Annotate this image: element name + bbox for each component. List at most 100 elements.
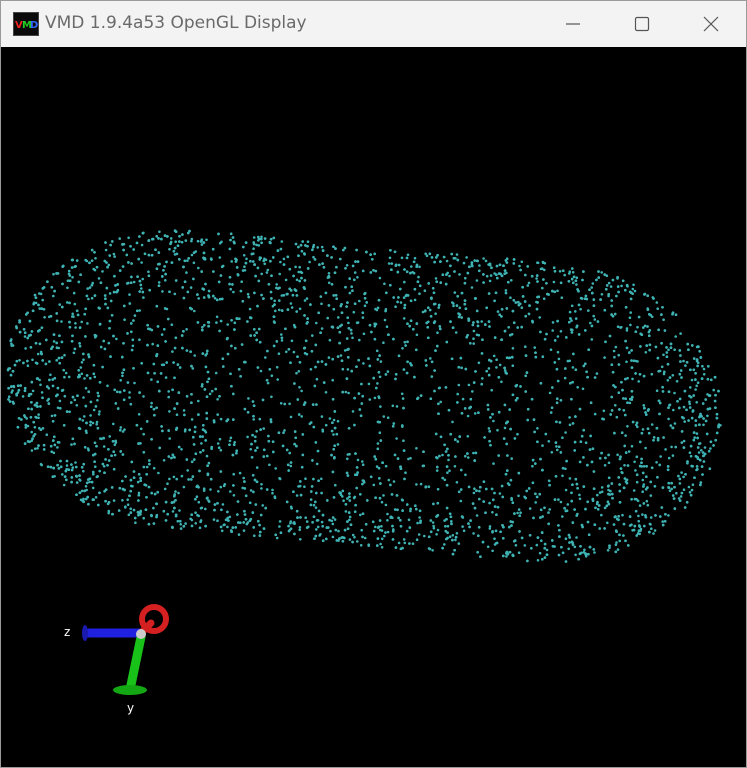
surface-point: [95, 420, 99, 424]
surface-point: [689, 493, 693, 497]
surface-point: [495, 273, 498, 276]
surface-point: [7, 386, 10, 390]
surface-point: [641, 513, 644, 516]
surface-point: [535, 543, 539, 547]
surface-point: [12, 402, 15, 405]
surface-point: [51, 384, 55, 388]
surface-point: [253, 334, 256, 337]
surface-point: [637, 514, 640, 518]
surface-point: [70, 266, 74, 269]
surface-point: [628, 515, 632, 518]
surface-point: [217, 446, 221, 450]
surface-point: [433, 320, 437, 323]
surface-point: [97, 413, 101, 416]
surface-point: [592, 470, 596, 473]
surface-point: [383, 318, 387, 322]
surface-point: [667, 348, 670, 352]
surface-point: [194, 452, 198, 456]
surface-point: [84, 335, 87, 338]
surface-point: [348, 495, 351, 499]
surface-point: [82, 469, 85, 473]
surface-point: [415, 447, 418, 450]
title-bar[interactable]: V M D VMD 1.9.4a53 OpenGL Display: [1, 1, 746, 47]
surface-point: [640, 333, 644, 337]
surface-point: [611, 278, 615, 282]
surface-point: [65, 301, 69, 304]
surface-point: [305, 297, 309, 300]
surface-point: [608, 334, 612, 338]
surface-point: [466, 414, 470, 418]
surface-point: [139, 427, 143, 431]
surface-point: [305, 526, 309, 529]
surface-point: [607, 461, 611, 465]
surface-point: [333, 456, 336, 459]
surface-point: [673, 507, 677, 510]
surface-point: [542, 261, 545, 264]
surface-point: [294, 289, 298, 292]
surface-point: [126, 498, 129, 502]
surface-point: [671, 454, 675, 457]
minimize-button[interactable]: [538, 1, 608, 47]
surface-point: [412, 328, 415, 331]
surface-point: [450, 520, 453, 523]
surface-point: [347, 327, 351, 330]
surface-point: [338, 341, 341, 345]
surface-point: [630, 291, 633, 294]
surface-point: [447, 458, 450, 462]
maximize-button[interactable]: [607, 1, 677, 47]
surface-point: [602, 409, 606, 413]
surface-point: [536, 559, 540, 562]
surface-point: [645, 413, 648, 416]
surface-point: [267, 439, 271, 443]
surface-point: [159, 372, 163, 375]
surface-point: [148, 459, 151, 462]
surface-point: [160, 333, 164, 336]
surface-point: [517, 303, 521, 307]
surface-point: [380, 500, 384, 504]
surface-point: [112, 252, 116, 256]
surface-point: [443, 543, 446, 546]
surface-point: [55, 359, 58, 362]
surface-point: [478, 489, 481, 493]
surface-point: [435, 280, 439, 283]
surface-point: [315, 377, 319, 381]
surface-point: [233, 321, 237, 325]
opengl-viewport[interactable]: z y: [1, 47, 746, 767]
surface-point: [161, 429, 164, 433]
surface-point: [237, 533, 241, 536]
surface-point: [401, 546, 404, 550]
surface-point: [39, 350, 43, 354]
surface-point: [300, 465, 304, 469]
close-button[interactable]: [676, 1, 746, 47]
surface-point: [272, 450, 275, 454]
surface-point: [475, 279, 479, 282]
surface-point: [242, 521, 245, 524]
surface-point: [571, 521, 575, 524]
surface-point: [122, 342, 125, 345]
surface-point: [103, 347, 107, 351]
surface-point: [570, 277, 574, 281]
surface-point: [132, 280, 136, 284]
surface-point: [597, 270, 600, 273]
surface-point: [140, 261, 143, 264]
surface-point: [171, 388, 174, 392]
surface-point: [436, 487, 440, 491]
surface-point: [701, 364, 704, 368]
surface-point: [136, 275, 139, 278]
surface-point: [577, 289, 580, 293]
surface-point: [492, 462, 495, 465]
surface-point: [631, 377, 634, 381]
surface-point: [400, 256, 404, 260]
surface-point: [201, 428, 205, 431]
surface-point: [488, 527, 492, 530]
surface-point: [586, 500, 589, 504]
surface-point: [28, 319, 32, 323]
surface-point: [293, 325, 297, 329]
surface-point: [297, 254, 300, 257]
surface-point: [289, 464, 293, 468]
surface-point: [260, 235, 263, 239]
surface-point: [200, 270, 203, 273]
surface-point: [574, 317, 578, 320]
surface-point: [314, 500, 317, 504]
surface-point: [183, 280, 187, 283]
